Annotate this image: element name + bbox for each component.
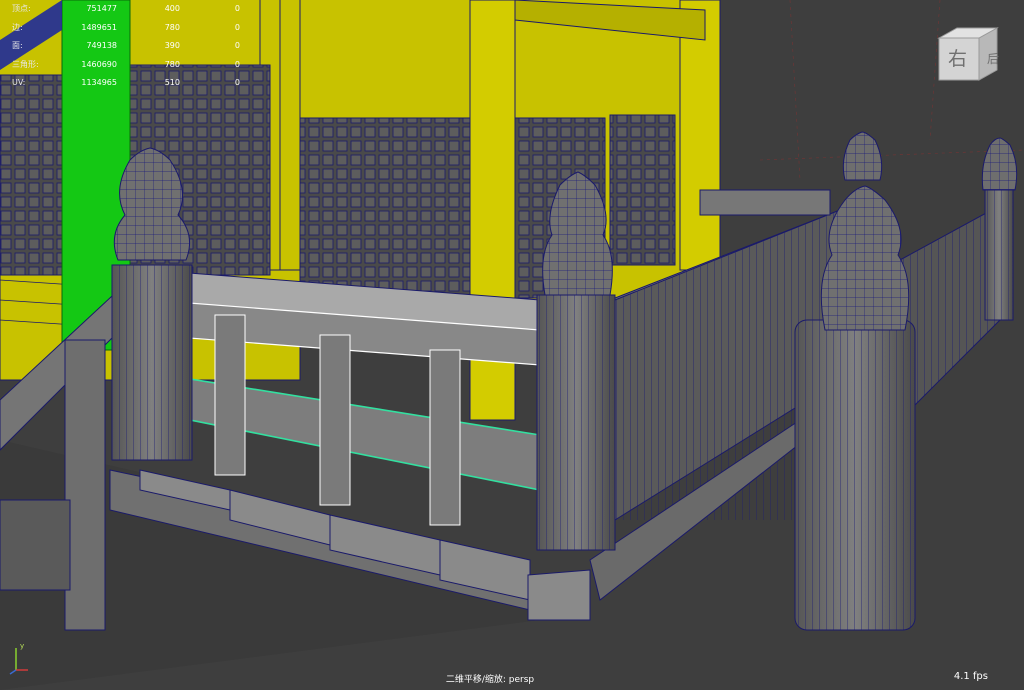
view-cube[interactable]: 右 后 bbox=[935, 24, 1003, 86]
hud-extra: 0 bbox=[234, 78, 240, 87]
hud-row-edges: 边: 1489651 780 0 bbox=[2, 19, 242, 38]
hud-total: 1134965 bbox=[81, 78, 117, 87]
maya-viewport[interactable]: 顶点: 751477 400 0 边: 1489651 780 0 面: 749… bbox=[0, 0, 1024, 690]
fps-counter: 4.1 fps bbox=[953, 671, 988, 682]
hud-extra: 0 bbox=[234, 4, 240, 13]
lattice-window bbox=[299, 117, 471, 309]
hud-label: UV: bbox=[12, 78, 26, 87]
hud-total: 1460690 bbox=[81, 59, 117, 69]
hud-selected: 780 bbox=[164, 59, 180, 69]
hud-label: 三角形: bbox=[12, 59, 39, 69]
hud-extra: 0 bbox=[234, 22, 240, 32]
hud-row-faces: 面: 749138 390 0 bbox=[2, 37, 242, 56]
view-cube-front-label[interactable]: 右 bbox=[948, 44, 967, 71]
hud-total: 1489651 bbox=[81, 22, 117, 32]
hud-selected: 780 bbox=[164, 22, 180, 32]
hud-row-vertices: 顶点: 751477 400 0 bbox=[2, 0, 242, 19]
left-newel-post bbox=[111, 147, 193, 461]
hud-total: 749138 bbox=[86, 41, 117, 50]
axis-gizmo-icon bbox=[9, 648, 28, 675]
hud-row-triangles: 三角形: 1460690 780 0 bbox=[2, 56, 242, 75]
hud-extra: 0 bbox=[234, 41, 240, 50]
lattice-window bbox=[609, 114, 676, 266]
hud-label: 边: bbox=[12, 22, 23, 32]
camera-label: 二维平移/缩放: persp bbox=[445, 675, 535, 685]
axis-y-label: y bbox=[20, 642, 25, 650]
hud-selected: 510 bbox=[164, 78, 180, 87]
poly-count-hud: 顶点: 751477 400 0 边: 1489651 780 0 面: 749… bbox=[2, 0, 242, 93]
hud-row-uvs: UV: 1134965 510 0 bbox=[2, 74, 242, 93]
3d-scene[interactable] bbox=[0, 0, 1024, 690]
hud-extra: 0 bbox=[234, 59, 240, 69]
axis-indicator: y bbox=[4, 640, 34, 676]
hud-label: 顶点: bbox=[12, 4, 31, 13]
view-cube-side-label[interactable]: 后 bbox=[987, 50, 999, 67]
hud-selected: 400 bbox=[164, 4, 180, 13]
hud-label: 面: bbox=[12, 41, 23, 50]
hud-selected: 390 bbox=[164, 41, 180, 50]
hud-total: 751477 bbox=[86, 4, 117, 13]
